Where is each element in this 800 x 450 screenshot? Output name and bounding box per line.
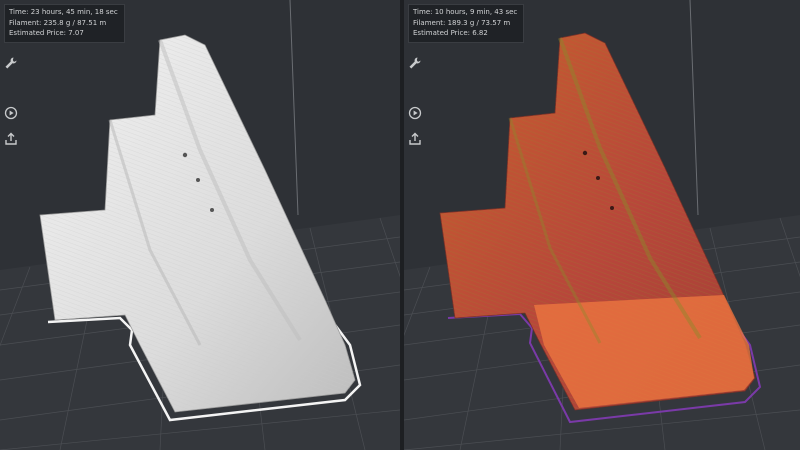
viewport-left[interactable]: Time: 23 hours, 45 min, 18 sec Filament:…	[0, 0, 400, 450]
export-icon[interactable]	[4, 132, 18, 146]
build-plate-scene-right	[404, 0, 800, 450]
estimated-price: Estimated Price: 6.82	[413, 29, 488, 37]
play-icon[interactable]	[408, 106, 422, 120]
print-info-box-right: Time: 10 hours, 9 min, 43 sec Filament: …	[408, 4, 525, 43]
play-icon[interactable]	[4, 106, 18, 120]
wrench-icon[interactable]	[4, 56, 18, 70]
build-volume-edge	[689, 0, 699, 216]
build-plate-scene-left	[0, 0, 400, 450]
wrench-icon[interactable]	[408, 56, 422, 70]
print-info-box-left: Time: 23 hours, 45 min, 18 sec Filament:…	[4, 4, 125, 43]
filament-usage: Filament: 189.3 g / 73.57 m	[413, 18, 511, 27]
build-volume-edge	[289, 0, 299, 216]
estimated-price: Estimated Price: 7.07	[9, 29, 84, 37]
viewport-right[interactable]: Time: 10 hours, 9 min, 43 sec Filament: …	[404, 0, 800, 450]
print-time: Time: 10 hours, 9 min, 43 sec	[413, 8, 518, 16]
export-icon[interactable]	[408, 132, 422, 146]
print-time: Time: 23 hours, 45 min, 18 sec	[9, 8, 118, 16]
filament-usage: Filament: 235.8 g / 87.51 m	[9, 18, 107, 27]
